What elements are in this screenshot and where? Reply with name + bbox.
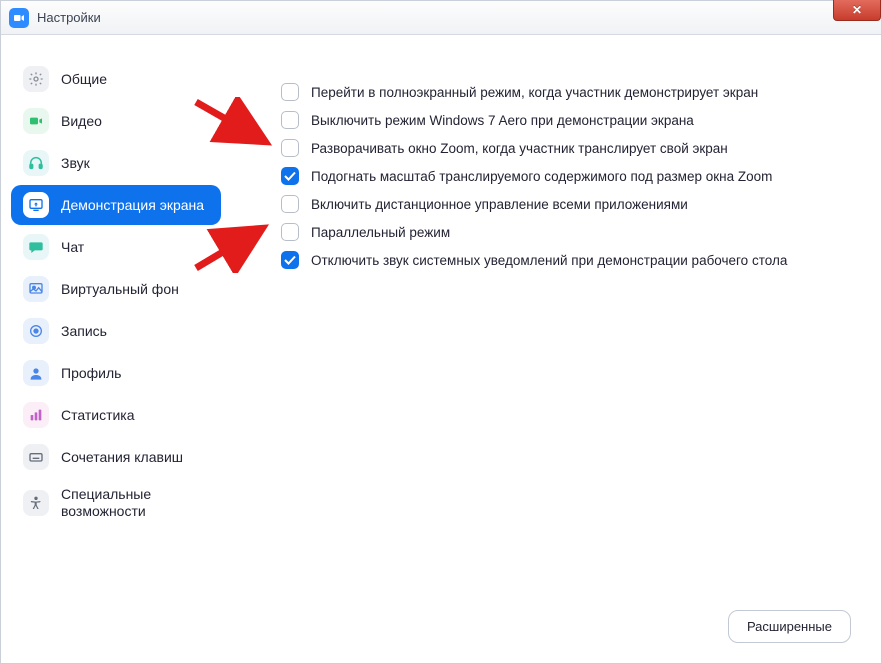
virtual-background-icon	[23, 276, 49, 302]
sidebar-item-chat[interactable]: Чат	[11, 227, 221, 267]
window-body: Общие Видео Звук Демонстрация экрана	[1, 35, 881, 663]
share-screen-icon	[23, 192, 49, 218]
option-maximize-on-share[interactable]: Разворачивать окно Zoom, когда участник …	[281, 139, 851, 157]
sidebar-item-label: Видео	[61, 113, 102, 130]
checkbox[interactable]	[281, 223, 299, 241]
checkbox[interactable]	[281, 195, 299, 213]
sidebar-item-label: Специальные возможности	[61, 486, 209, 520]
video-icon	[23, 108, 49, 134]
checkbox-label: Параллельный режим	[311, 225, 450, 240]
sidebar-item-shortcuts[interactable]: Сочетания клавиш	[11, 437, 221, 477]
option-silence-notifications[interactable]: Отключить звук системных уведомлений при…	[281, 251, 851, 269]
checkbox-label: Включить дистанционное управление всеми …	[311, 197, 688, 212]
checkbox-label: Перейти в полноэкранный режим, когда уча…	[311, 85, 758, 100]
content-footer: Расширенные	[281, 598, 851, 643]
record-icon	[23, 318, 49, 344]
sidebar-item-label: Виртуальный фон	[61, 281, 179, 298]
checkbox[interactable]	[281, 83, 299, 101]
checkbox[interactable]	[281, 139, 299, 157]
sidebar-item-label: Сочетания клавиш	[61, 449, 183, 466]
checkbox-label: Подогнать масштаб транслируемого содержи…	[311, 169, 772, 184]
checkbox[interactable]	[281, 111, 299, 129]
option-fullscreen-on-share[interactable]: Перейти в полноэкранный режим, когда уча…	[281, 83, 851, 101]
sidebar-item-screen-share[interactable]: Демонстрация экрана	[11, 185, 221, 225]
sidebar-item-label: Запись	[61, 323, 107, 340]
option-scale-to-fit[interactable]: Подогнать масштаб транслируемого содержи…	[281, 167, 851, 185]
sidebar-item-profile[interactable]: Профиль	[11, 353, 221, 393]
sidebar-item-general[interactable]: Общие	[11, 59, 221, 99]
sidebar-item-label: Статистика	[61, 407, 135, 424]
sidebar-item-video[interactable]: Видео	[11, 101, 221, 141]
keyboard-icon	[23, 444, 49, 470]
sidebar-item-virtual-bg[interactable]: Виртуальный фон	[11, 269, 221, 309]
content-panel: Перейти в полноэкранный режим, когда уча…	[231, 35, 881, 663]
accessibility-icon	[23, 490, 49, 516]
close-icon: ✕	[852, 3, 862, 17]
advanced-button[interactable]: Расширенные	[728, 610, 851, 643]
checkbox[interactable]	[281, 251, 299, 269]
sidebar-item-label: Чат	[61, 239, 84, 256]
gear-icon	[23, 66, 49, 92]
sidebar-item-label: Профиль	[61, 365, 121, 382]
option-disable-aero[interactable]: Выключить режим Windows 7 Aero при демон…	[281, 111, 851, 129]
sidebar-item-label: Общие	[61, 71, 107, 88]
sidebar: Общие Видео Звук Демонстрация экрана	[1, 35, 231, 663]
sidebar-item-statistics[interactable]: Статистика	[11, 395, 221, 435]
sidebar-item-audio[interactable]: Звук	[11, 143, 221, 183]
sidebar-item-label: Демонстрация экрана	[61, 197, 204, 214]
window-title: Настройки	[37, 10, 101, 25]
sidebar-item-label: Звук	[61, 155, 90, 172]
settings-window: Настройки ✕ Общие Видео Звук	[0, 0, 882, 664]
sidebar-item-accessibility[interactable]: Специальные возможности	[11, 479, 221, 527]
option-remote-control-all[interactable]: Включить дистанционное управление всеми …	[281, 195, 851, 213]
checkbox[interactable]	[281, 167, 299, 185]
checkbox-label: Выключить режим Windows 7 Aero при демон…	[311, 113, 694, 128]
option-side-by-side[interactable]: Параллельный режим	[281, 223, 851, 241]
titlebar[interactable]: Настройки ✕	[1, 1, 881, 35]
checkbox-label: Разворачивать окно Zoom, когда участник …	[311, 141, 728, 156]
headphones-icon	[23, 150, 49, 176]
checkbox-label: Отключить звук системных уведомлений при…	[311, 253, 787, 268]
app-icon	[9, 8, 29, 28]
chat-icon	[23, 234, 49, 260]
close-button[interactable]: ✕	[833, 0, 881, 21]
statistics-icon	[23, 402, 49, 428]
sidebar-item-recording[interactable]: Запись	[11, 311, 221, 351]
profile-icon	[23, 360, 49, 386]
